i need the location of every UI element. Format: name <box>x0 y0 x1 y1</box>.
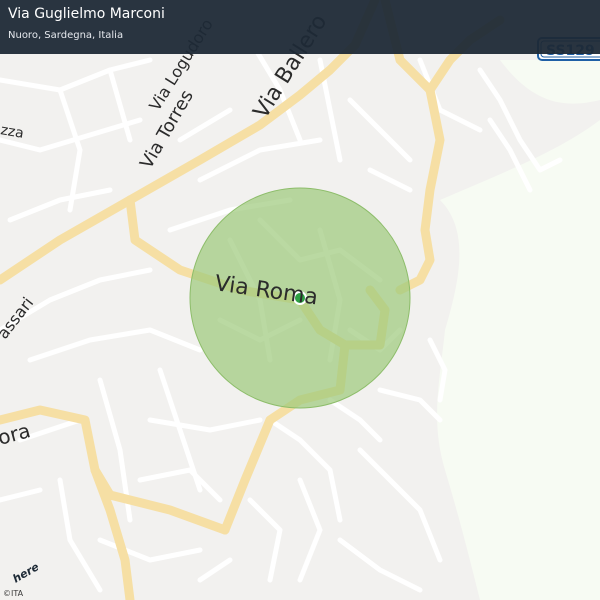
svg-text:here: here <box>10 560 38 586</box>
green-area <box>437 120 600 600</box>
copyright-text: ©ITA <box>3 589 24 598</box>
place-header: Via Guglielmo Marconi Nuoro, Sardegna, I… <box>0 0 600 54</box>
place-subtitle: Nuoro, Sardegna, Italia <box>8 30 124 41</box>
place-title: Via Guglielmo Marconi <box>8 6 165 22</box>
here-logo-icon: here <box>10 560 38 586</box>
green-area-north <box>500 60 600 104</box>
label-sassari: assari <box>0 293 37 342</box>
map-canvas[interactable]: Via Roma Via Ballero Via Torres Via Logu… <box>0 0 600 600</box>
